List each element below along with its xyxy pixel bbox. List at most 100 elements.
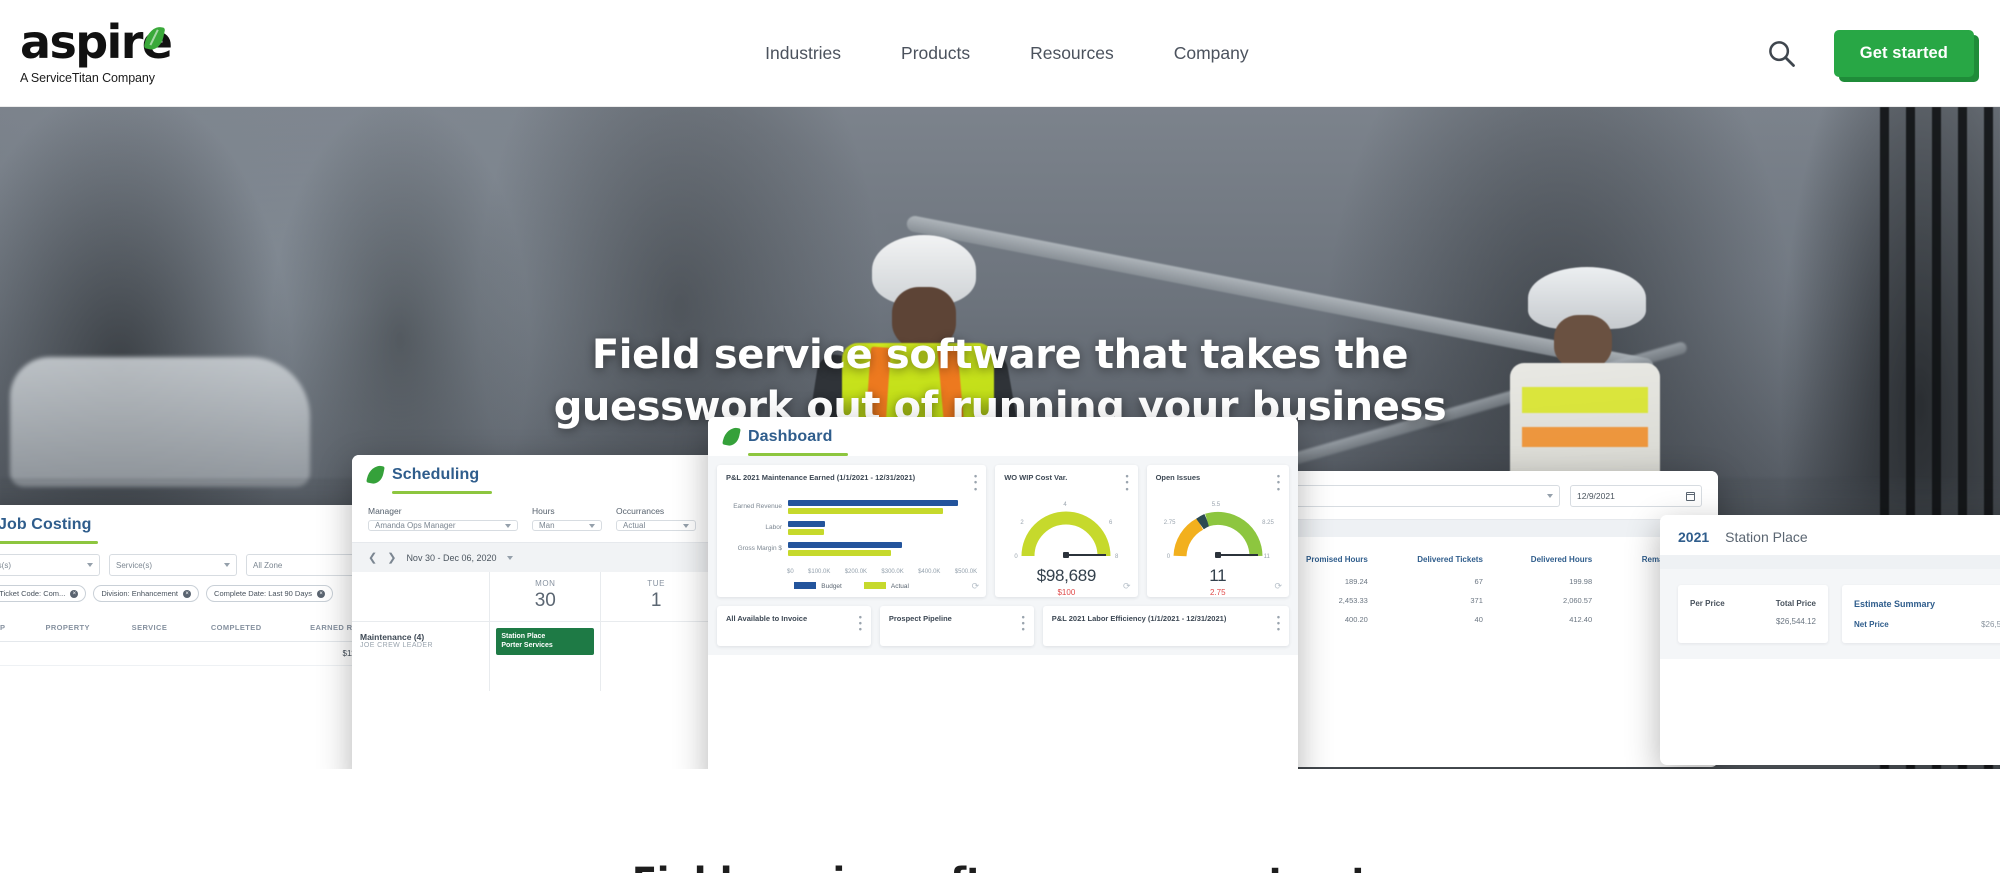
col-group[interactable]: GROUP: [0, 614, 24, 642]
gauge-tick: 4: [1063, 501, 1067, 508]
date-range-label[interactable]: Nov 30 - Dec 06, 2020: [406, 553, 496, 563]
occurrances-select[interactable]: Actual: [616, 520, 696, 531]
open-issues-card[interactable]: Open Issues • • • 0 2.75 5.5 8.25 11 11 …: [1146, 465, 1289, 597]
service-select[interactable]: Service(s): [109, 554, 237, 576]
all-available-to-invoice-card[interactable]: All Available to Invoice • • •: [717, 605, 871, 646]
status-select-value: Status(s): [0, 560, 12, 570]
card-header: Open Issues • • •: [1147, 465, 1289, 494]
day-of-week: MON: [535, 579, 556, 588]
gauge-needle: [1217, 553, 1258, 556]
table-header-row: Promised Hours Delivered Tickets Deliver…: [1268, 537, 1718, 572]
search-icon[interactable]: [1766, 38, 1796, 68]
job-costing-table: GROUP PROPERTY SERVICE COMPLETED EARNED …: [0, 614, 388, 666]
manager-select[interactable]: Amanda Ops Manager: [368, 520, 518, 531]
dashboard-header: Dashboard: [708, 417, 1298, 448]
card-title: P&L 2021 Maintenance Earned (1/1/2021 - …: [726, 473, 916, 482]
logo-tagline: A ServiceTitan Company: [20, 71, 155, 86]
chevron-down-icon: [1547, 494, 1553, 498]
card-title: All Available to Invoice: [726, 613, 808, 623]
empty-cell: [23, 641, 113, 666]
nav-item-company[interactable]: Company: [1172, 37, 1251, 70]
header-actions: Get started: [1766, 29, 1974, 77]
manager-label: Manager: [368, 506, 402, 516]
nav-item-industries[interactable]: Industries: [763, 37, 843, 70]
filter-chip[interactable]: Work Ticket Code: Com... ×: [0, 585, 87, 602]
hours-select-value: Man: [539, 521, 555, 530]
table-row[interactable]: 2,453.33 371 2,060.57 68.23: [1268, 591, 1718, 610]
refresh-icon[interactable]: ⟳: [1123, 581, 1131, 592]
schedule-event[interactable]: Station Place Porter Services: [496, 628, 595, 655]
calendar-cell[interactable]: [601, 621, 712, 691]
dashboard-panel: Dashboard P&L 2021 Maintenance Earned (1…: [708, 417, 1298, 769]
date-input-value: 12/9/2021: [1577, 491, 1615, 501]
bar-category-label: Gross Margin $: [737, 545, 782, 553]
refresh-icon[interactable]: ⟳: [1274, 581, 1282, 592]
operator-select[interactable]: Is: [1284, 485, 1560, 507]
xtick: $100.0K: [808, 568, 831, 575]
kebab-menu-icon[interactable]: • • •: [1125, 471, 1128, 493]
estimate-summary-card: Estimate Summary Net Price $26,544: [1842, 585, 2000, 643]
col-service[interactable]: SERVICE: [112, 614, 187, 642]
card-title: Open Issues: [1155, 473, 1201, 482]
hours-filter-bar: Is 12/9/2021: [1268, 471, 1718, 519]
bar-actual: [788, 528, 825, 535]
card-title: P&L 2021 Labor Efficiency (1/1/2021 - 12…: [1051, 613, 1227, 623]
table-row[interactable]: 189.24 67 199.98 4.17: [1268, 572, 1718, 591]
pl-maintenance-card[interactable]: P&L 2021 Maintenance Earned (1/1/2021 - …: [717, 465, 987, 597]
table-row[interactable]: 400.20 40 412.40 0.20: [1268, 610, 1718, 629]
col-delivered-tickets[interactable]: Delivered Tickets: [1378, 537, 1493, 572]
kebab-menu-icon[interactable]: • • •: [974, 471, 977, 493]
hero-headline-line1: Field service software that takes the: [591, 332, 1409, 378]
filter-chip-label: Complete Date: Last 90 Days: [214, 589, 312, 598]
status-select[interactable]: Status(s): [0, 554, 100, 576]
col-completed[interactable]: COMPLETED: [186, 614, 286, 642]
filter-chip-label: Division: Enhancement: [101, 589, 179, 598]
filter-chip[interactable]: Complete Date: Last 90 Days ×: [206, 585, 333, 602]
col-total-price[interactable]: Total Price: [1776, 599, 1816, 608]
cell-delivered-tickets: 67: [1474, 577, 1483, 586]
legend-label: Actual: [890, 582, 909, 590]
kebab-menu-icon[interactable]: • • •: [1277, 612, 1280, 634]
col-property[interactable]: PROPERTY: [23, 614, 113, 642]
chevron-right-icon[interactable]: ❯: [387, 551, 396, 564]
calendar-cell[interactable]: Station Place Porter Services: [490, 621, 601, 691]
remove-chip-icon[interactable]: ×: [317, 589, 325, 598]
logo[interactable]: aspire A ServiceTitan Company: [18, 19, 248, 86]
gauge-value: $98,689: [1036, 565, 1097, 585]
remove-chip-icon[interactable]: ×: [183, 589, 192, 598]
crew-leader: JOE CREW LEADER: [360, 642, 433, 649]
kebab-menu-icon[interactable]: • • •: [1277, 471, 1280, 493]
bar-category-label: Labor: [765, 524, 782, 532]
col-delivered-hours[interactable]: Delivered Hours: [1493, 537, 1602, 572]
calendar-icon[interactable]: [1685, 491, 1696, 501]
prospect-pipeline-card[interactable]: Prospect Pipeline • • •: [879, 605, 1034, 646]
remove-chip-icon[interactable]: ×: [70, 589, 79, 598]
kebab-menu-icon[interactable]: • • •: [1022, 612, 1025, 634]
calendar-col-tue: TUE 1: [600, 572, 712, 691]
chevron-down-icon: [683, 523, 689, 528]
filter-chip[interactable]: Division: Enhancement ×: [93, 585, 200, 602]
wo-wip-cost-var-card[interactable]: WO WIP Cost Var. • • • 0 2 4 6 8 $98,689…: [995, 465, 1138, 597]
bar-actual: [788, 507, 944, 514]
occurrances-select-value: Actual: [623, 521, 646, 530]
cell-delivered-hours: 412.40: [1569, 615, 1593, 624]
card-header: WO WIP Cost Var. • • •: [995, 465, 1137, 494]
hours-analytics-panel: Is 12/9/2021 Promised Hours Delivered Ti…: [1268, 471, 1718, 767]
crew-row-label: Maintenance (4) JOE CREW LEADER: [352, 622, 489, 659]
chevron-left-icon[interactable]: ❮: [368, 551, 377, 564]
date-input[interactable]: 12/9/2021: [1570, 485, 1702, 507]
card-header: P&L 2021 Maintenance Earned (1/1/2021 - …: [717, 465, 986, 494]
get-started-button-header[interactable]: Get started: [1833, 29, 1974, 77]
nav-item-products[interactable]: Products: [899, 37, 972, 70]
col-per-price[interactable]: Per Price: [1690, 599, 1725, 608]
pl-labor-efficiency-card[interactable]: P&L 2021 Labor Efficiency (1/1/2021 - 12…: [1042, 605, 1289, 646]
gauge-pivot: [1214, 551, 1221, 558]
table-row[interactable]: Totals $119,407.6: [0, 641, 388, 666]
crew-name: Maintenance (4): [360, 632, 425, 642]
chevron-down-icon[interactable]: [506, 555, 513, 560]
chevron-down-icon: [505, 523, 511, 528]
hours-select[interactable]: Man: [532, 520, 602, 531]
nav-item-resources[interactable]: Resources: [1028, 37, 1116, 70]
kebab-menu-icon[interactable]: • • •: [859, 612, 862, 634]
refresh-icon[interactable]: ⟳: [972, 581, 980, 592]
